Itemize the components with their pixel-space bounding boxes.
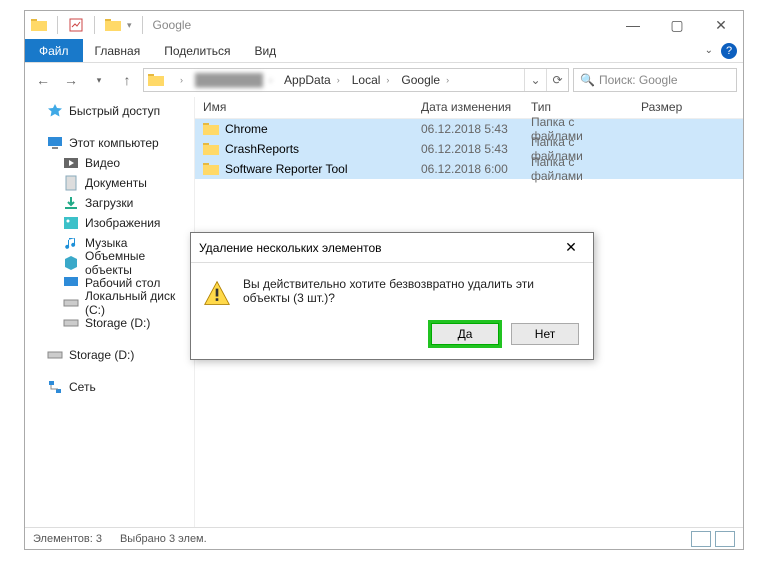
view-large-button[interactable] bbox=[715, 531, 735, 547]
breadcrumb-obscured[interactable]: ████████› bbox=[189, 73, 278, 87]
sidebar-item-documents[interactable]: Документы bbox=[25, 173, 194, 193]
refresh-button[interactable]: ⟳ bbox=[546, 69, 568, 91]
folder-icon bbox=[203, 121, 219, 137]
address-dropdown[interactable]: ⌄ bbox=[524, 69, 546, 91]
navbar: ← → ▾ ↑ › ████████› AppData› Local› Goog… bbox=[25, 63, 743, 97]
ribbon-expand-icon[interactable]: ⌄ bbox=[705, 45, 713, 56]
sidebar-network[interactable]: Сеть bbox=[25, 377, 194, 397]
folder-icon bbox=[148, 72, 164, 88]
star-icon bbox=[47, 103, 63, 119]
breadcrumb-appdata[interactable]: AppData› bbox=[278, 73, 346, 87]
no-button[interactable]: Нет bbox=[511, 323, 579, 345]
sidebar: Быстрый доступ Этот компьютер Видео Доку… bbox=[25, 97, 195, 527]
forward-button[interactable]: → bbox=[59, 68, 83, 92]
desktop-icon bbox=[63, 275, 79, 291]
status-count: Элементов: 3 bbox=[33, 533, 102, 545]
sidebar-item-videos[interactable]: Видео bbox=[25, 153, 194, 173]
status-selected: Выбрано 3 элем. bbox=[120, 533, 207, 545]
download-icon bbox=[63, 195, 79, 211]
history-dropdown[interactable]: ▾ bbox=[87, 68, 111, 92]
view-details-button[interactable] bbox=[691, 531, 711, 547]
tab-home[interactable]: Главная bbox=[83, 39, 153, 62]
breadcrumb-google[interactable]: Google› bbox=[395, 73, 455, 87]
drive-icon bbox=[63, 295, 79, 311]
picture-icon bbox=[63, 215, 79, 231]
titlebar: ▾ Google — ▢ ✕ bbox=[25, 11, 743, 39]
table-row[interactable]: CrashReports 06.12.2018 5:43 Папка с фай… bbox=[195, 139, 743, 159]
help-icon[interactable]: ? bbox=[721, 43, 737, 59]
column-headers: Имя Дата изменения Тип Размер bbox=[195, 97, 743, 119]
separator bbox=[142, 16, 143, 34]
separator bbox=[94, 16, 95, 34]
status-bar: Элементов: 3 Выбрано 3 элем. bbox=[25, 527, 743, 549]
address-bar[interactable]: › ████████› AppData› Local› Google› ⌄ ⟳ bbox=[143, 68, 569, 92]
dialog-close-button[interactable]: ✕ bbox=[557, 237, 585, 259]
file-tab[interactable]: Файл bbox=[25, 39, 83, 62]
dialog-message: Вы действительно хотите безвозвратно уда… bbox=[243, 277, 581, 309]
folder-icon bbox=[203, 141, 219, 157]
search-input[interactable]: 🔍 Поиск: Google bbox=[573, 68, 737, 92]
back-button[interactable]: ← bbox=[31, 68, 55, 92]
qat-dropdown-icon[interactable]: ▾ bbox=[127, 20, 132, 31]
search-icon: 🔍 bbox=[580, 73, 595, 87]
monitor-icon bbox=[47, 135, 63, 151]
tab-share[interactable]: Поделиться bbox=[152, 39, 242, 62]
sidebar-item-drive-c[interactable]: Локальный диск (C:) bbox=[25, 293, 194, 313]
maximize-button[interactable]: ▢ bbox=[655, 11, 699, 39]
separator bbox=[57, 16, 58, 34]
delete-confirmation-dialog: Удаление нескольких элементов ✕ Вы дейст… bbox=[190, 232, 594, 360]
folder-icon bbox=[31, 17, 47, 33]
window-title: Google bbox=[153, 18, 192, 32]
warning-icon bbox=[203, 277, 231, 309]
sidebar-item-3d[interactable]: Объемные объекты bbox=[25, 253, 194, 273]
up-button[interactable]: ↑ bbox=[115, 68, 139, 92]
sidebar-this-pc[interactable]: Этот компьютер bbox=[25, 133, 194, 153]
sidebar-storage-d[interactable]: Storage (D:) bbox=[25, 345, 194, 365]
yes-button[interactable]: Да bbox=[431, 323, 499, 345]
document-icon bbox=[63, 175, 79, 191]
column-date[interactable]: Дата изменения bbox=[413, 97, 523, 118]
table-row[interactable]: Chrome 06.12.2018 5:43 Папка с файлами bbox=[195, 119, 743, 139]
sidebar-item-downloads[interactable]: Загрузки bbox=[25, 193, 194, 213]
column-name[interactable]: Имя bbox=[195, 97, 413, 118]
table-row[interactable]: Software Reporter Tool 06.12.2018 6:00 П… bbox=[195, 159, 743, 179]
drive-icon bbox=[63, 315, 79, 331]
breadcrumb-local[interactable]: Local› bbox=[346, 73, 396, 87]
ribbon: Файл Главная Поделиться Вид ⌄ ? bbox=[25, 39, 743, 63]
tab-view[interactable]: Вид bbox=[242, 39, 288, 62]
sidebar-item-pictures[interactable]: Изображения bbox=[25, 213, 194, 233]
network-icon bbox=[47, 379, 63, 395]
dialog-title: Удаление нескольких элементов bbox=[199, 241, 382, 255]
sidebar-quick-access[interactable]: Быстрый доступ bbox=[25, 101, 194, 121]
close-button[interactable]: ✕ bbox=[699, 11, 743, 39]
column-size[interactable]: Размер bbox=[633, 97, 743, 118]
search-placeholder: Поиск: Google bbox=[599, 73, 678, 87]
music-icon bbox=[63, 235, 79, 251]
drive-icon bbox=[47, 347, 63, 363]
open-folder-icon[interactable] bbox=[105, 17, 121, 33]
cube-icon bbox=[63, 255, 79, 271]
video-icon bbox=[63, 155, 79, 171]
folder-icon bbox=[203, 161, 219, 177]
minimize-button[interactable]: — bbox=[611, 11, 655, 39]
properties-icon[interactable] bbox=[68, 17, 84, 33]
